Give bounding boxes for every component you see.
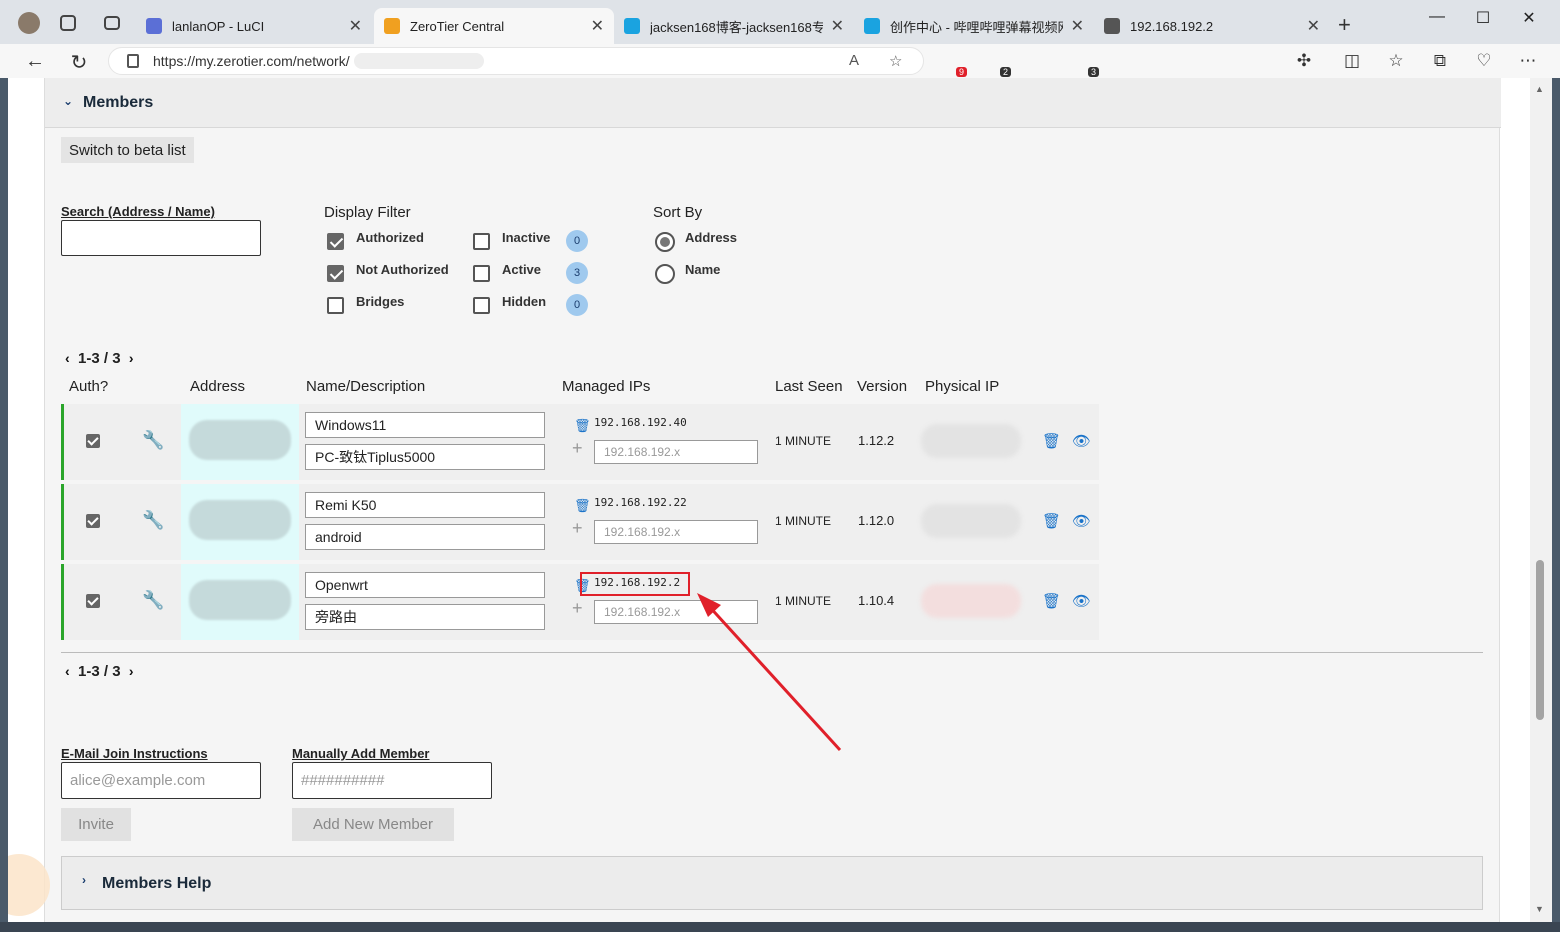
page-scrollbar[interactable]: ▲ ▼ <box>1530 78 1552 922</box>
scrollbar-thumb[interactable] <box>1536 560 1544 720</box>
annotation-arrow <box>697 593 842 752</box>
desktop-strip <box>0 922 1560 932</box>
scroll-down-icon[interactable]: ▼ <box>1535 904 1544 914</box>
scroll-up-icon[interactable]: ▲ <box>1535 84 1544 94</box>
